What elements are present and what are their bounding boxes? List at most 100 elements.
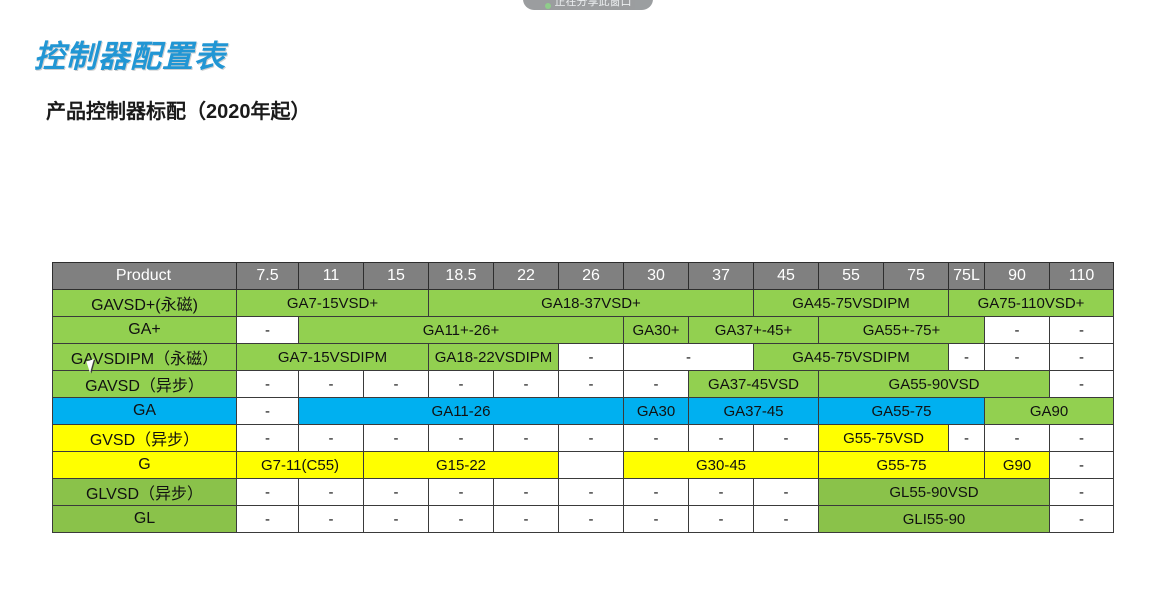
table-cell: -: [623, 343, 754, 371]
table-row: GAVSD（异步） - - - - - - - GA37-45VSD GA55-90VSD -: [52, 370, 1114, 398]
column-header-55: 55: [818, 262, 884, 290]
table-cell: -: [558, 343, 624, 371]
table-cell: -: [493, 478, 559, 506]
table-row: GAVSDIPM（永磁） GA7-15VSDIPM GA18-22VSDIPM - - G…: [52, 343, 1114, 371]
row-label: GAVSD+(永磁): [52, 289, 237, 317]
table-cell: GA90: [984, 397, 1114, 425]
table-cell: -: [236, 316, 299, 344]
table-cell: -: [984, 343, 1050, 371]
table-cell: -: [493, 370, 559, 398]
column-header-37: 37: [688, 262, 754, 290]
table-cell: -: [984, 424, 1050, 452]
table-cell: -: [1049, 424, 1114, 452]
page-title: 控制器配置表: [34, 39, 226, 74]
table-cell: -: [236, 397, 299, 425]
row-label: GLVSD（异步）: [52, 478, 237, 506]
table-cell: G90: [984, 451, 1050, 479]
table-cell: -: [363, 370, 429, 398]
column-header-7.5: 7.5: [236, 262, 299, 290]
table-cell: -: [236, 478, 299, 506]
column-header-90: 90: [984, 262, 1050, 290]
column-header-11: 11: [298, 262, 364, 290]
table-cell: -: [984, 316, 1050, 344]
table-header-row: Product 7.5 11 15 18.5 22 26 30 37 45 55 75 75L 90 110: [52, 262, 1114, 290]
table-cell: GA11-26: [298, 397, 624, 425]
column-header-18.5: 18.5: [428, 262, 494, 290]
table-cell: -: [1049, 343, 1114, 371]
table-cell: GA18-37VSD+: [428, 289, 754, 317]
table-cell: -: [236, 370, 299, 398]
table-cell: -: [753, 505, 819, 533]
table-cell: GA37-45VSD: [688, 370, 819, 398]
table-body: GAVSD+(永磁) GA7-15VSD+ GA18-37VSD+ GA45-75VS…: [52, 289, 1114, 533]
column-header-75: 75: [883, 262, 949, 290]
table-cell: GLI55-90: [818, 505, 1050, 533]
row-label: GA+: [52, 316, 237, 344]
table-cell: -: [298, 424, 364, 452]
table-cell: -: [236, 424, 299, 452]
table-cell: -: [948, 424, 985, 452]
table-cell: G7-11(C55): [236, 451, 364, 479]
table-cell: -: [1049, 451, 1114, 479]
table-cell: -: [493, 505, 559, 533]
table-cell: -: [623, 424, 689, 452]
device-gallery: MK5s 触摸屏 MK5s 滑移屏 MAM860电脑: [0, 150, 1156, 388]
row-label: GAVSD（异步）: [52, 370, 237, 398]
table-cell: -: [493, 424, 559, 452]
column-header-22: 22: [493, 262, 559, 290]
table-cell: -: [428, 424, 494, 452]
table-cell: -: [688, 478, 754, 506]
table-row: GA-GA11-26GA30GA37-45GA55-75GA90-: [52, 397, 1114, 425]
share-status-dot: [544, 3, 551, 9]
table-cell: -: [363, 478, 429, 506]
table-cell: GA37+-45+: [688, 316, 819, 344]
table-cell: [558, 451, 624, 479]
table-row: GVSD（异步） - - - - - - - - - G55-75VSD - - -: [52, 424, 1114, 452]
table-cell: GA30+: [623, 316, 689, 344]
table-cell: GA45-75VSDIPM: [753, 289, 949, 317]
table-cell: -: [428, 370, 494, 398]
table-cell: GA30: [623, 397, 689, 425]
column-header-45: 45: [753, 262, 819, 290]
screen-share-indicator[interactable]: 正在分享此窗口: [523, 0, 653, 10]
column-header-30: 30: [623, 262, 689, 290]
table-row: G G7-11(C55) G15-22 G30-45 G55-75 G90-: [52, 451, 1114, 479]
page-subtitle: 产品控制器标配（2020年起）: [46, 101, 311, 123]
column-header-product: Product: [52, 262, 237, 290]
row-label: G: [52, 451, 237, 479]
table-cell: GA11+-26+: [298, 316, 624, 344]
table-cell: -: [558, 370, 624, 398]
table-cell: G55-75: [818, 451, 985, 479]
column-header-15: 15: [363, 262, 429, 290]
table-cell: -: [753, 424, 819, 452]
table-cell: GA7-15VSDIPM: [236, 343, 429, 371]
table-cell: -: [1049, 478, 1114, 506]
table-cell: -: [1049, 370, 1114, 398]
column-header-110: 110: [1049, 262, 1114, 290]
table-cell: -: [948, 343, 985, 371]
table-cell: GA75-110VSD+: [948, 289, 1114, 317]
table-cell: -: [363, 424, 429, 452]
table-cell: -: [1049, 316, 1114, 344]
table-cell: GA55+-75+: [818, 316, 985, 344]
table-cell: -: [688, 505, 754, 533]
controller-configuration-table: Product 7.5 11 15 18.5 22 26 30 37 45 55 75 75L 90 110…: [52, 262, 1114, 533]
table-cell: -: [236, 505, 299, 533]
table-cell: -: [298, 370, 364, 398]
table-cell: -: [428, 478, 494, 506]
table-cell: -: [428, 505, 494, 533]
table-cell: GL55-90VSD: [818, 478, 1050, 506]
table-cell: -: [298, 505, 364, 533]
table-cell: GA55-90VSD: [818, 370, 1050, 398]
column-header-75L: 75L: [948, 262, 985, 290]
table-cell: GA55-75: [818, 397, 985, 425]
table-row: GAVSD+(永磁) GA7-15VSD+ GA18-37VSD+ GA45-75VS…: [52, 289, 1114, 317]
row-label: GVSD（异步）: [52, 424, 237, 452]
screen-share-label: 正在分享此窗口: [554, 0, 632, 8]
table-cell: -: [623, 370, 689, 398]
table-cell: G15-22: [363, 451, 559, 479]
table-cell: -: [688, 424, 754, 452]
table-cell: GA37-45: [688, 397, 819, 425]
table-cell: GA7-15VSD+: [236, 289, 429, 317]
table-cell: -: [558, 424, 624, 452]
